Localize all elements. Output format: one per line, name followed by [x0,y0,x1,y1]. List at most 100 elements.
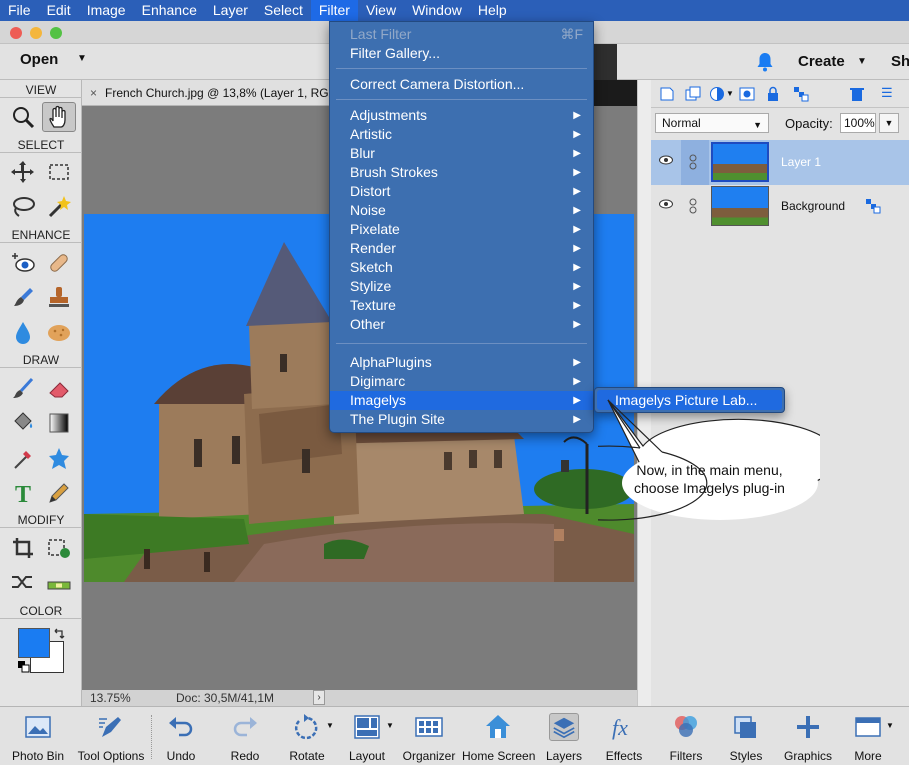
menu-item-sketch[interactable]: Sketch ▶ [330,258,593,277]
effects-button[interactable]: fx Effects [598,709,650,765]
minimize-window-button[interactable] [30,27,42,39]
eraser-tool[interactable] [42,374,76,404]
filters-button[interactable]: Filters [660,709,712,765]
red-eye-tool[interactable] [6,248,40,278]
visibility-eye-icon[interactable] [659,155,673,165]
close-tab-icon[interactable]: × [90,86,97,100]
new-group-icon[interactable] [685,86,701,102]
status-menu-arrow-icon[interactable]: › [313,690,325,705]
panel-menu-icon[interactable]: ☰ [881,85,893,101]
layer-row[interactable]: Layer 1 [651,140,909,185]
menu-edit[interactable]: Edit [39,0,79,21]
lock-transparent-icon[interactable] [793,86,809,102]
menu-item-adjustments[interactable]: Adjustments ▶ [330,106,593,125]
layer-name[interactable]: Background [781,199,845,213]
custom-shape-tool[interactable] [42,444,76,474]
photo-bin-button[interactable]: Photo Bin [6,709,70,765]
eyedropper-tool[interactable] [6,444,40,474]
brush-tool[interactable] [6,374,40,404]
menu-filter[interactable]: Filter [310,0,358,21]
lasso-tool[interactable] [6,192,40,222]
menu-item-render[interactable]: Render ▶ [330,239,593,258]
more-button[interactable]: More [842,709,894,765]
smart-brush-tool[interactable] [6,283,40,313]
layers-button[interactable]: Layers [538,709,590,765]
crop-tool[interactable] [6,533,40,563]
share-button[interactable]: Sh [891,53,909,70]
marquee-tool[interactable] [42,157,76,187]
layer-row[interactable]: Background [651,184,909,229]
menu-item-noise[interactable]: Noise ▶ [330,201,593,220]
zoom-readout[interactable]: 13.75% [90,691,131,705]
organizer-button[interactable]: Organizer [398,709,460,765]
open-dropdown-icon[interactable]: ▼ [77,53,87,64]
close-window-button[interactable] [10,27,22,39]
menu-window[interactable]: Window [404,0,470,21]
menu-item-blur[interactable]: Blur ▶ [330,144,593,163]
layout-button[interactable]: Layout [342,709,392,765]
layer-lock-icon[interactable] [865,198,881,214]
clone-stamp-tool[interactable] [42,283,76,313]
menu-item-texture[interactable]: Texture ▶ [330,296,593,315]
delete-layer-icon[interactable] [849,86,865,102]
menu-item-filter-gallery[interactable]: Filter Gallery... [330,44,593,63]
gradient-tool[interactable] [42,408,76,438]
link-chain-icon[interactable] [689,154,697,170]
zoom-window-button[interactable] [50,27,62,39]
layer-name[interactable]: Layer 1 [781,155,821,169]
recompose-tool[interactable] [42,533,76,563]
menu-item-other[interactable]: Other ▶ [330,315,593,334]
menu-image[interactable]: Image [79,0,134,21]
magic-wand-tool[interactable] [42,192,76,222]
menu-enhance[interactable]: Enhance [134,0,205,21]
menu-item-alphaplugins[interactable]: AlphaPlugins ▶ [330,353,593,372]
menu-item-artistic[interactable]: Artistic ▶ [330,125,593,144]
menu-select[interactable]: Select [256,0,311,21]
paint-bucket-tool[interactable] [6,408,40,438]
move-tool[interactable] [6,157,40,187]
adjustment-layer-icon[interactable] [709,86,725,102]
hand-tool[interactable] [42,102,76,132]
menu-item-the-plugin-site[interactable]: The Plugin Site ▶ [330,410,593,429]
menu-item-imagelys[interactable]: Imagelys ▶ [330,391,593,410]
default-colors-icon[interactable] [17,660,31,674]
new-layer-icon[interactable] [659,86,675,102]
styles-button[interactable]: Styles [720,709,772,765]
menu-item-distort[interactable]: Distort ▶ [330,182,593,201]
open-button[interactable]: Open [20,51,58,68]
zoom-tool[interactable] [6,102,40,132]
create-dropdown-icon[interactable]: ▼ [857,56,867,67]
menu-item-digimarc[interactable]: Digimarc ▶ [330,372,593,391]
layout-dropdown-icon[interactable]: ▼ [386,721,394,730]
home-screen-button[interactable]: Home Screen [462,709,535,765]
menu-file[interactable]: File [0,0,39,21]
menu-item-pixelate[interactable]: Pixelate ▶ [330,220,593,239]
pencil-tool[interactable] [42,478,76,508]
blend-mode-select[interactable]: Normal ▼ [655,113,769,133]
foreground-color-swatch[interactable] [18,628,50,658]
tool-options-button[interactable]: Tool Options [74,709,148,765]
layer-mask-icon[interactable] [739,86,755,102]
sponge-tool[interactable] [42,318,76,348]
visibility-eye-icon[interactable] [659,199,673,209]
create-button[interactable]: Create [798,53,845,70]
menu-view[interactable]: View [358,0,404,21]
undo-button[interactable]: Undo [156,709,206,765]
menu-help[interactable]: Help [470,0,515,21]
menu-item-brush-strokes[interactable]: Brush Strokes ▶ [330,163,593,182]
more-dropdown-icon[interactable]: ▼ [886,721,894,730]
layer-thumbnail[interactable] [711,142,769,182]
straighten-tool[interactable] [42,567,76,597]
opacity-input[interactable]: 100% [840,113,876,133]
menu-item-correct-camera-distortion[interactable]: Correct Camera Distortion... [330,75,593,94]
rotate-button[interactable]: Rotate [282,709,332,765]
healing-brush-tool[interactable] [42,248,76,278]
redo-button[interactable]: Redo [220,709,270,765]
link-chain-icon[interactable] [689,198,697,214]
opacity-slider-toggle[interactable]: ▼ [879,113,899,133]
content-aware-move-tool[interactable] [6,567,40,597]
menu-layer[interactable]: Layer [205,0,256,21]
graphics-button[interactable]: Graphics [780,709,836,765]
blur-tool[interactable] [6,318,40,348]
notification-bell-icon[interactable] [756,52,774,72]
